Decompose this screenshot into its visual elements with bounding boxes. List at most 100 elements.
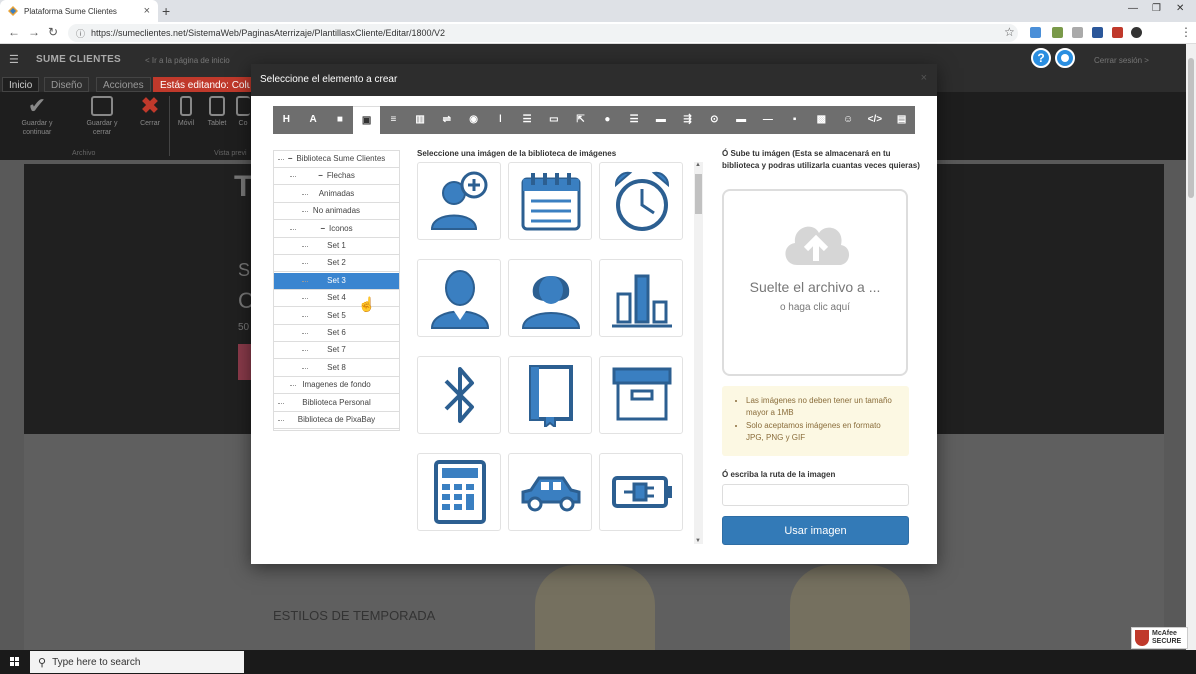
- gallery-item[interactable]: [599, 356, 683, 434]
- element-type-button[interactable]: ǀ: [487, 106, 514, 134]
- tab-acciones[interactable]: Acciones: [96, 77, 151, 92]
- use-image-button[interactable]: Usar imagen: [722, 516, 909, 545]
- url-field[interactable]: ⓘ https://sumeclientes.net/SistemaWeb/Pa…: [68, 24, 1018, 42]
- profile-icon[interactable]: [1131, 27, 1142, 38]
- menu-dots-icon[interactable]: ⋮: [1180, 25, 1192, 39]
- tree-item[interactable]: Animadas: [274, 186, 399, 203]
- element-type-button[interactable]: ▤: [888, 106, 915, 134]
- element-type-button[interactable]: A: [300, 106, 327, 134]
- page-scrollbar[interactable]: [1186, 44, 1196, 650]
- element-type-button[interactable]: ◉: [460, 106, 487, 134]
- taskbar-search[interactable]: ⚲ Type here to search: [30, 651, 244, 673]
- save-close-button[interactable]: Guardar y cerrar: [80, 96, 124, 137]
- tree-item[interactable]: − Flechas: [274, 168, 399, 186]
- chat-icon[interactable]: [1055, 48, 1075, 68]
- extension-icon[interactable]: [1052, 27, 1063, 38]
- gallery-scrollbar[interactable]: ▲ ▼: [694, 162, 703, 544]
- tree-item[interactable]: − Iconos: [274, 221, 399, 238]
- mobile-view-button[interactable]: Móvil: [174, 96, 198, 128]
- modal-close-icon[interactable]: ×: [921, 72, 927, 84]
- gallery-item[interactable]: [599, 259, 683, 337]
- tree-item[interactable]: Imagenes de fondo: [274, 377, 399, 395]
- restore-icon[interactable]: ❐: [1152, 3, 1161, 14]
- upload-dropzone[interactable]: Suelte el archivo a ... o haga clic aquí: [722, 189, 908, 376]
- scroll-up-icon[interactable]: ▲: [695, 162, 701, 168]
- hamburger-icon[interactable]: ☰: [9, 53, 19, 66]
- desktop-view-button[interactable]: Co: [234, 96, 252, 128]
- mcafee-badge[interactable]: McAfee SECURE: [1131, 627, 1188, 649]
- gallery-item[interactable]: [508, 356, 592, 434]
- element-type-button[interactable]: ▣: [353, 106, 380, 134]
- tree-item[interactable]: Set 5: [274, 308, 399, 325]
- gallery-item[interactable]: [417, 259, 501, 337]
- tree-item[interactable]: Set 6: [274, 325, 399, 342]
- element-type-button[interactable]: </>: [862, 106, 889, 134]
- tab-close-icon[interactable]: ×: [144, 5, 150, 17]
- tree-item[interactable]: Set 8: [274, 360, 399, 377]
- element-type-button[interactable]: ☰: [514, 106, 541, 134]
- tab-inicio[interactable]: Inicio: [2, 77, 40, 92]
- tab-diseno[interactable]: Diseño: [44, 77, 90, 92]
- tree-item[interactable]: Set 7: [274, 342, 399, 360]
- element-type-button[interactable]: ▬: [728, 106, 755, 134]
- collapse-toggle-icon[interactable]: −: [320, 224, 325, 233]
- scroll-down-icon[interactable]: ▼: [695, 538, 701, 544]
- element-type-button[interactable]: ▥: [407, 106, 434, 134]
- gallery-item[interactable]: [417, 162, 501, 240]
- help-icon[interactable]: ?: [1031, 48, 1051, 68]
- tree-item[interactable]: No animadas: [274, 203, 399, 221]
- reload-icon[interactable]: ↻: [48, 25, 58, 39]
- collapse-toggle-icon[interactable]: −: [288, 154, 293, 163]
- close-button[interactable]: ✖ Cerrar: [134, 95, 166, 128]
- element-type-button[interactable]: ▪: [781, 106, 808, 134]
- element-type-button[interactable]: ⇶: [674, 106, 701, 134]
- element-type-button[interactable]: ▭: [541, 106, 568, 134]
- tree-item[interactable]: Biblioteca Personal: [274, 395, 399, 412]
- extension-icon[interactable]: [1112, 27, 1123, 38]
- gallery-item[interactable]: [508, 162, 592, 240]
- tree-item[interactable]: Set 2: [274, 255, 399, 273]
- tablet-view-button[interactable]: Tablet: [204, 96, 230, 128]
- tree-item[interactable]: Set 1: [274, 238, 399, 255]
- gallery-item[interactable]: [599, 453, 683, 531]
- element-type-button[interactable]: ▩: [808, 106, 835, 134]
- forward-icon[interactable]: →: [28, 25, 40, 39]
- tree-item[interactable]: Biblioteca de PixaBay: [274, 412, 399, 429]
- new-tab-icon[interactable]: +: [162, 3, 170, 19]
- element-type-button[interactable]: H: [273, 106, 300, 134]
- back-icon[interactable]: ←: [8, 25, 20, 39]
- tree-item[interactable]: Set 4: [274, 290, 399, 308]
- element-type-button[interactable]: ●: [594, 106, 621, 134]
- window-close-icon[interactable]: ✕: [1176, 3, 1184, 14]
- element-type-button[interactable]: ⇌: [434, 106, 461, 134]
- save-continue-button[interactable]: ✔ Guardar y continuar: [14, 95, 60, 137]
- minimize-icon[interactable]: —: [1128, 3, 1138, 14]
- windows-start-icon[interactable]: [10, 657, 20, 667]
- gallery-item[interactable]: [599, 162, 683, 240]
- element-type-button[interactable]: ≡: [380, 106, 407, 134]
- element-type-button[interactable]: —: [755, 106, 782, 134]
- home-link[interactable]: < Ir a la página de inicio: [145, 56, 230, 65]
- gallery-item[interactable]: [508, 259, 592, 337]
- browser-tab[interactable]: Plataforma Sume Clientes ×: [0, 0, 158, 22]
- element-type-button[interactable]: ☺: [835, 106, 862, 134]
- extension-icon[interactable]: [1072, 27, 1083, 38]
- element-type-button[interactable]: ⇱: [567, 106, 594, 134]
- bookmark-star-icon[interactable]: ☆: [1004, 25, 1015, 39]
- scrollbar-thumb[interactable]: [695, 174, 702, 214]
- extension-icon[interactable]: [1030, 27, 1041, 38]
- scrollbar-thumb[interactable]: [1188, 58, 1194, 198]
- extension-icon[interactable]: [1092, 27, 1103, 38]
- element-type-button[interactable]: ⊙: [701, 106, 728, 134]
- image-path-input[interactable]: [722, 484, 909, 506]
- collapse-toggle-icon[interactable]: −: [318, 171, 323, 180]
- element-type-button[interactable]: ▬: [648, 106, 675, 134]
- logout-link[interactable]: Cerrar sesión >: [1094, 56, 1149, 65]
- tree-item[interactable]: − Biblioteca Sume Clientes: [274, 151, 399, 168]
- element-type-button[interactable]: ☰: [621, 106, 648, 134]
- tree-item[interactable]: Set 3: [274, 272, 399, 290]
- gallery-item[interactable]: [417, 356, 501, 434]
- gallery-item[interactable]: [508, 453, 592, 531]
- gallery-item[interactable]: [417, 453, 501, 531]
- element-type-button[interactable]: ■: [327, 106, 354, 134]
